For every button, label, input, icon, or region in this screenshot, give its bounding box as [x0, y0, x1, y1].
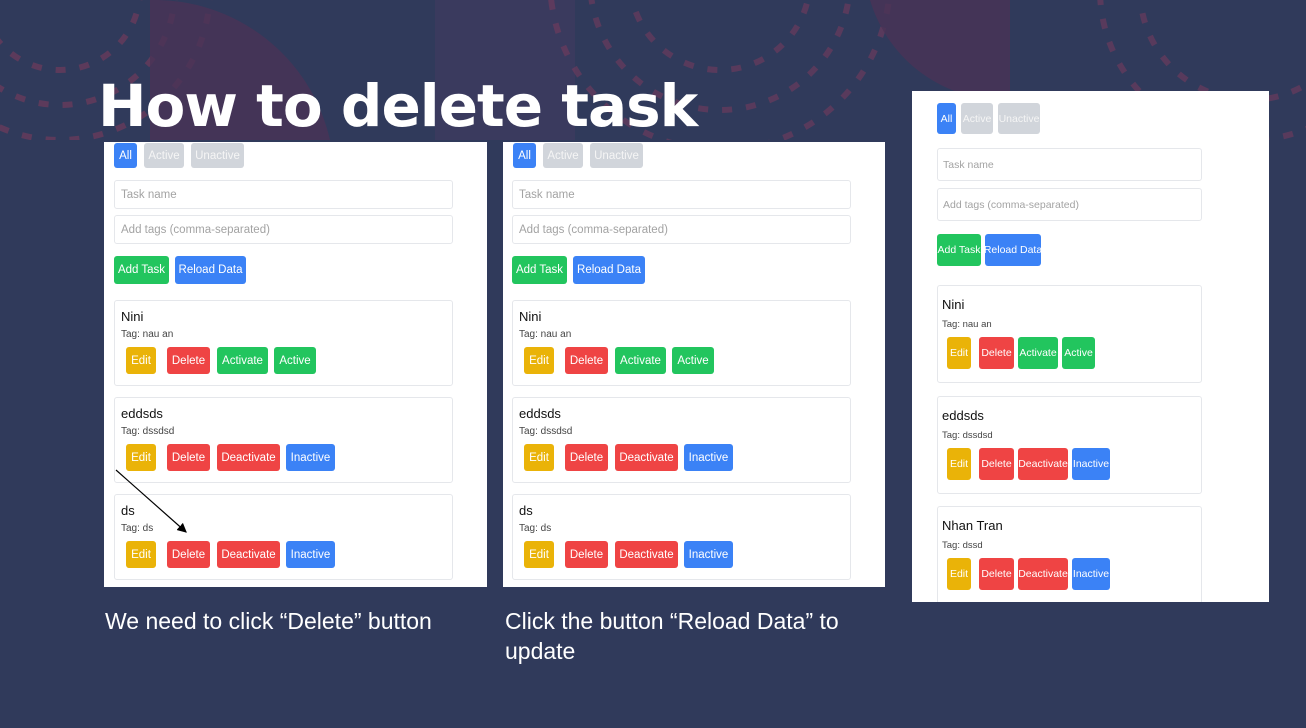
status-badge: Inactive [684, 444, 733, 471]
reload-data-button[interactable]: Reload Data [573, 256, 645, 284]
task-name: eddsds [942, 408, 984, 423]
reload-data-button[interactable]: Reload Data [984, 234, 1042, 266]
task-tag: Tag: ds [519, 523, 552, 534]
task-name: Nini [942, 297, 965, 312]
filter-active-button[interactable]: Active [961, 103, 993, 134]
task-tag: Tag: nau an [942, 319, 992, 330]
edit-button[interactable]: Edit [947, 558, 971, 590]
task-tag: Tag: dssd [942, 540, 983, 551]
edit-button[interactable]: Edit [947, 448, 971, 480]
task-card: eddsds Tag: dssdsd Edit Delete Deactivat… [512, 397, 851, 483]
edit-button[interactable]: Edit [524, 347, 554, 374]
filter-active-button[interactable]: Active [543, 143, 583, 168]
screenshot-after-delete: All Active Unactive Task name Add tags (… [503, 142, 885, 587]
caption-middle: Click the button “Reload Data” to update [505, 608, 839, 664]
delete-button[interactable]: Delete [979, 337, 1014, 369]
task-card: ds Tag: ds Edit Delete Deactivate Inacti… [512, 494, 851, 580]
toggle-button[interactable]: Deactivate [615, 444, 678, 471]
status-badge: Inactive [1072, 448, 1110, 480]
filter-unactive-button[interactable]: Unactive [590, 143, 643, 168]
status-badge: Inactive [1072, 558, 1110, 590]
task-card: Nhan Tran Tag: dssd Edit Delete Deactiva… [937, 506, 1202, 602]
task-tag: Tag: dssdsd [942, 430, 993, 441]
status-badge: Inactive [684, 541, 733, 568]
slide-title: How to delete task [98, 72, 698, 140]
filter-unactive-button[interactable]: Unactive [998, 103, 1040, 134]
task-name-input[interactable]: Task name [512, 180, 851, 209]
tags-input[interactable]: Add tags (comma-separated) [512, 215, 851, 244]
toggle-button[interactable]: Deactivate [1018, 558, 1068, 590]
delete-button[interactable]: Delete [979, 558, 1014, 590]
filter-all-button[interactable]: All [513, 143, 536, 168]
caption-left: We need to click “Delete” button [105, 608, 432, 634]
task-card: eddsds Tag: dssdsd Edit Delete Deactivat… [937, 396, 1202, 494]
filter-all-button[interactable]: All [937, 103, 956, 134]
edit-button[interactable]: Edit [947, 337, 971, 369]
task-name: eddsds [519, 406, 561, 421]
task-card: Nini Tag: nau an Edit Delete Activate Ac… [512, 300, 851, 386]
toggle-button[interactable]: Deactivate [1018, 448, 1068, 480]
delete-button[interactable]: Delete [565, 444, 608, 471]
task-name: Nhan Tran [942, 518, 1003, 533]
screenshot-after-reload: All Active Unactive Task name Add tags (… [912, 91, 1269, 602]
task-tag: Tag: nau an [519, 329, 572, 340]
toggle-button[interactable]: Activate [615, 347, 666, 374]
delete-button[interactable]: Delete [565, 347, 608, 374]
toggle-button[interactable]: Deactivate [615, 541, 678, 568]
task-name: ds [519, 503, 533, 518]
edit-button[interactable]: Edit [524, 541, 554, 568]
status-badge: Active [1062, 337, 1095, 369]
task-tag: Tag: dssdsd [519, 426, 573, 437]
toggle-button[interactable]: Activate [1018, 337, 1058, 369]
task-card: Nini Tag: nau an Edit Delete Activate Ac… [937, 285, 1202, 383]
edit-button[interactable]: Edit [524, 444, 554, 471]
task-name: Nini [519, 309, 542, 324]
task-name-input[interactable]: Task name [937, 148, 1202, 181]
delete-button[interactable]: Delete [979, 448, 1014, 480]
delete-button[interactable]: Delete [565, 541, 608, 568]
add-task-button[interactable]: Add Task [937, 234, 981, 266]
status-badge: Active [672, 347, 714, 374]
pointer-arrow-icon [115, 469, 187, 533]
tags-input[interactable]: Add tags (comma-separated) [937, 188, 1202, 221]
screenshot-before-delete: All Active Unactive Task name Add tags (… [104, 142, 487, 587]
add-task-button[interactable]: Add Task [512, 256, 567, 284]
